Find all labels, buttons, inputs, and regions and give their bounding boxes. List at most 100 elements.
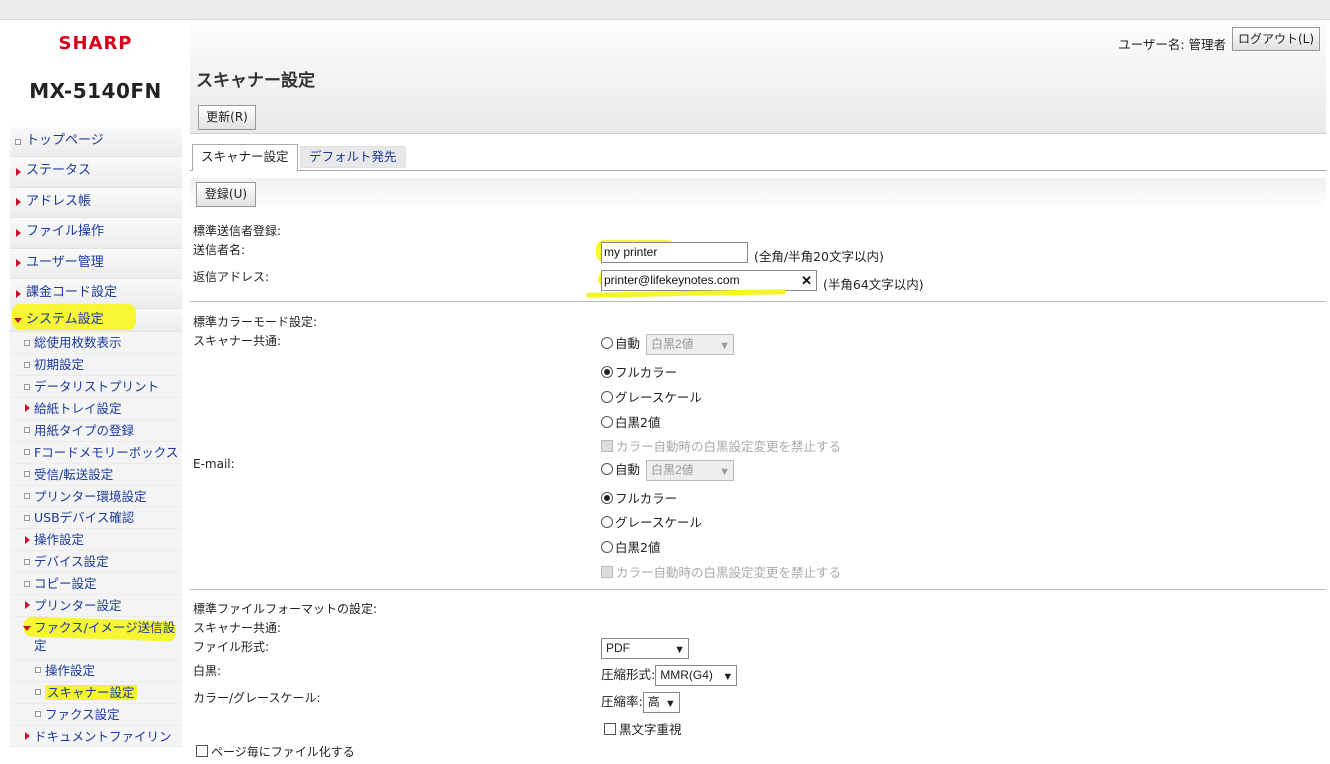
- sidebar-item-tray[interactable]: 給紙トレイ設定: [10, 398, 182, 420]
- sidebar-item-data-list[interactable]: データリストプリント: [10, 376, 182, 399]
- logo-box: SHARP MX-5140FN: [10, 22, 181, 134]
- scanner-disable-checkbox[interactable]: [601, 440, 613, 452]
- square-bullet-icon: [24, 427, 30, 434]
- register-bar: 登録(U): [190, 178, 1326, 210]
- sidebar-item-address[interactable]: アドレス帳: [10, 187, 182, 219]
- sidebar-item-fax-settings[interactable]: ファクス設定: [10, 703, 182, 726]
- square-bullet-icon: [24, 361, 30, 368]
- triangle-down-icon: [23, 625, 31, 631]
- scanner-disable-row: カラー自動時の白黒設定変更を禁止する: [601, 436, 841, 455]
- file-type-label: ファイル形式:: [193, 640, 270, 654]
- reply-address-input[interactable]: printer@lifekeynotes.com ✕: [601, 270, 817, 291]
- scanner-bw-radio[interactable]: [601, 416, 613, 428]
- sidebar-item-printer-env[interactable]: プリンター環境設定: [10, 485, 182, 508]
- email-bw-row: 白黒2値: [601, 537, 660, 556]
- user-label: ユーザー名: 管理者: [1118, 37, 1226, 52]
- square-bullet-icon: [24, 471, 30, 478]
- sender-name-input[interactable]: my printer: [601, 242, 748, 263]
- square-bullet-icon: [24, 449, 30, 456]
- sender-name-note: (全角/半角20文字以内): [754, 249, 884, 264]
- sidebar-item-system[interactable]: システム設定: [10, 304, 182, 333]
- email-auto-radio[interactable]: [601, 463, 613, 475]
- email-disable-checkbox[interactable]: [601, 566, 613, 578]
- clear-icon[interactable]: ✕: [801, 271, 812, 290]
- triangle-right-icon: [16, 168, 21, 177]
- color-gray-label: カラー/グレースケール:: [193, 691, 321, 705]
- sidebar-item-printer[interactable]: プリンター設定: [10, 595, 182, 617]
- tab-default-dest[interactable]: デフォルト発先: [300, 146, 406, 168]
- scanner-common-label: スキャナー共通:: [193, 334, 282, 348]
- scanner-gray-row: グレースケール: [601, 387, 702, 406]
- sharp-logo: SHARP: [58, 33, 133, 54]
- scanner-fullcolor-radio[interactable]: [601, 366, 613, 378]
- sender-name-label: 送信者名:: [193, 243, 246, 257]
- sidebar-item-fcode[interactable]: Fコードメモリーボックス: [10, 441, 182, 464]
- file-type-select[interactable]: PDF ▼: [601, 638, 689, 659]
- black-text-checkbox[interactable]: [604, 723, 616, 735]
- sidebar-item-usage[interactable]: 総使用枚数表示: [10, 332, 182, 355]
- ratio-select[interactable]: 高 ▼: [642, 692, 680, 713]
- header: ユーザー名: 管理者 ログアウト(L) スキャナー設定 更新(R): [190, 20, 1326, 134]
- scanner-auto-select[interactable]: 白黒2値 ▼: [646, 334, 734, 355]
- black-text-row: 黒文字重視: [604, 719, 682, 738]
- email-auto-select[interactable]: 白黒2値 ▼: [646, 460, 734, 481]
- square-bullet-icon: [35, 667, 41, 674]
- email-fullcolor-row: フルカラー: [601, 488, 677, 507]
- triangle-right-icon: [16, 228, 21, 237]
- square-bullet-icon: [24, 558, 30, 565]
- square-bullet-icon: [24, 493, 30, 500]
- sidebar-item-device[interactable]: デバイス設定: [10, 551, 182, 574]
- sidebar-item-paper-type[interactable]: 用紙タイプの登録: [10, 419, 182, 442]
- sidebar-item-top[interactable]: トップページ: [10, 127, 182, 158]
- email-fullcolor-radio[interactable]: [601, 492, 613, 504]
- triangle-right-icon: [16, 198, 21, 207]
- sidebar-item-file-ops[interactable]: ファイル操作: [10, 218, 182, 249]
- chevron-down-icon: ▼: [664, 698, 676, 710]
- bw-label: 白黒:: [193, 664, 222, 678]
- triangle-right-icon: [16, 289, 21, 298]
- compression-select[interactable]: MMR(G4) ▼: [655, 665, 738, 686]
- chevron-down-icon: ▼: [719, 466, 730, 478]
- model-name: MX-5140FN: [29, 79, 162, 103]
- sidebar-item-scanner[interactable]: スキャナー設定: [10, 681, 182, 704]
- color-section-label: 標準カラーモード設定:: [193, 315, 318, 329]
- triangle-right-icon: [25, 601, 30, 610]
- sidebar-item-status[interactable]: ステータス: [10, 157, 182, 188]
- ratio-row: 圧縮率: 高 ▼: [601, 691, 680, 713]
- register-button[interactable]: 登録(U): [196, 182, 256, 207]
- scanner-fullcolor-row: フルカラー: [601, 362, 677, 381]
- sidebar-item-user-mgmt[interactable]: ユーザー管理: [10, 248, 182, 279]
- sidebar-item-docfiling[interactable]: ドキュメントファイリン: [10, 725, 182, 748]
- scanner-gray-radio[interactable]: [601, 391, 613, 403]
- compression-row: 圧縮形式: MMR(G4) ▼: [601, 664, 738, 686]
- sidebar-nav: トップページ ステータス アドレス帳 ファイル操作 ユーザー管理 課金コード設定…: [10, 127, 182, 748]
- chevron-down-icon: ▼: [674, 644, 685, 656]
- square-bullet-icon: [24, 339, 30, 346]
- per-page-checkbox[interactable]: [196, 745, 208, 757]
- square-bullet-icon: [35, 689, 41, 696]
- sidebar-item-fax-image[interactable]: ファクス/イメージ送信設定: [10, 616, 182, 660]
- email-gray-radio[interactable]: [601, 516, 613, 528]
- email-bw-radio[interactable]: [601, 541, 613, 553]
- sidebar-item-operation[interactable]: 操作設定: [10, 529, 182, 552]
- sidebar-item-recv[interactable]: 受信/転送設定: [10, 463, 182, 486]
- triangle-right-icon: [25, 404, 30, 413]
- square-bullet-icon: [24, 514, 30, 521]
- square-bullet-icon: [24, 580, 30, 587]
- tab-scanner[interactable]: スキャナー設定: [192, 144, 298, 171]
- logout-button[interactable]: ログアウト(L): [1232, 27, 1320, 51]
- chevron-down-icon: ▼: [719, 340, 730, 352]
- sidebar-item-initial[interactable]: 初期設定: [10, 354, 182, 377]
- reply-address-label: 返信アドレス:: [193, 270, 270, 284]
- refresh-button[interactable]: 更新(R): [198, 105, 256, 130]
- email-label: E-mail:: [193, 457, 235, 471]
- page-title: スキャナー設定: [196, 71, 315, 91]
- scanner-bw-row: 白黒2値: [601, 412, 660, 431]
- email-auto-row: 自動 白黒2値 ▼: [601, 459, 734, 481]
- sidebar-item-fax-operation[interactable]: 操作設定: [10, 659, 182, 682]
- scanner-auto-radio[interactable]: [601, 337, 613, 349]
- sidebar-item-copy[interactable]: コピー設定: [10, 573, 182, 596]
- sidebar-item-usb[interactable]: USBデバイス確認: [10, 507, 182, 530]
- email-disable-row: カラー自動時の白黒設定変更を禁止する: [601, 562, 841, 581]
- reply-address-note: (半角64文字以内): [823, 277, 924, 292]
